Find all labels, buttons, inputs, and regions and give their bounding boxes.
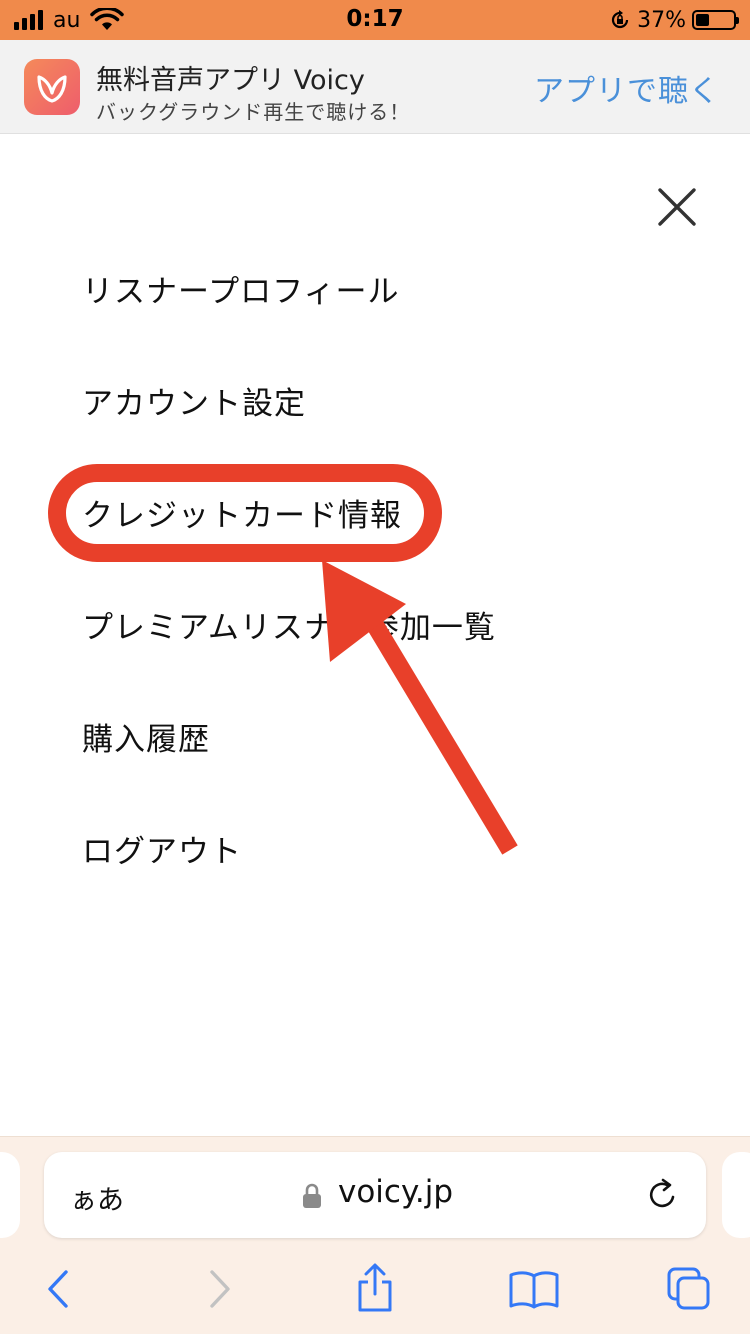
status-right: 37% <box>609 6 739 34</box>
text-size-button[interactable]: ぁあ <box>70 1178 124 1217</box>
reload-icon[interactable] <box>646 1178 680 1212</box>
voicy-app-icon <box>24 59 80 115</box>
banner-app-name: 無料音声アプリ Voicy <box>96 65 365 96</box>
open-in-app-link[interactable]: アプリで聴く <box>534 66 720 110</box>
tabs-icon[interactable] <box>666 1266 712 1312</box>
banner-subtitle: バックグラウンド再生で聴ける！ <box>96 100 411 124</box>
url-domain[interactable]: voicy.jp <box>338 1174 453 1210</box>
menu-item-logout[interactable]: ログアウト <box>82 832 242 872</box>
battery-level-fill <box>696 14 709 26</box>
next-tab-peek[interactable] <box>722 1152 750 1238</box>
address-bar[interactable]: ぁあ voicy.jp <box>44 1152 706 1238</box>
forward-icon[interactable] <box>196 1266 242 1312</box>
voicy-logo-icon <box>37 75 67 103</box>
status-bar: au 0:17 37% <box>0 0 750 40</box>
menu-item-account-settings[interactable]: アカウント設定 <box>82 384 306 424</box>
battery-icon <box>692 10 739 30</box>
annotation-arrow <box>322 560 518 855</box>
close-icon[interactable] <box>654 184 700 230</box>
previous-tab-peek[interactable] <box>0 1152 20 1238</box>
rotation-lock-icon <box>612 10 629 29</box>
menu-item-purchase-history[interactable]: 購入履歴 <box>82 720 210 760</box>
share-icon[interactable] <box>352 1262 398 1314</box>
lock-icon <box>303 1183 321 1208</box>
battery-percentage: 37% <box>637 7 686 33</box>
smart-app-banner[interactable]: 無料音声アプリ Voicy バックグラウンド再生で聴ける！ アプリで聴く <box>0 40 750 134</box>
highlight-ring <box>48 464 442 562</box>
bookmarks-icon[interactable] <box>508 1266 560 1312</box>
back-icon[interactable] <box>36 1266 82 1312</box>
menu-item-listener-profile[interactable]: リスナープロフィール <box>82 272 400 312</box>
